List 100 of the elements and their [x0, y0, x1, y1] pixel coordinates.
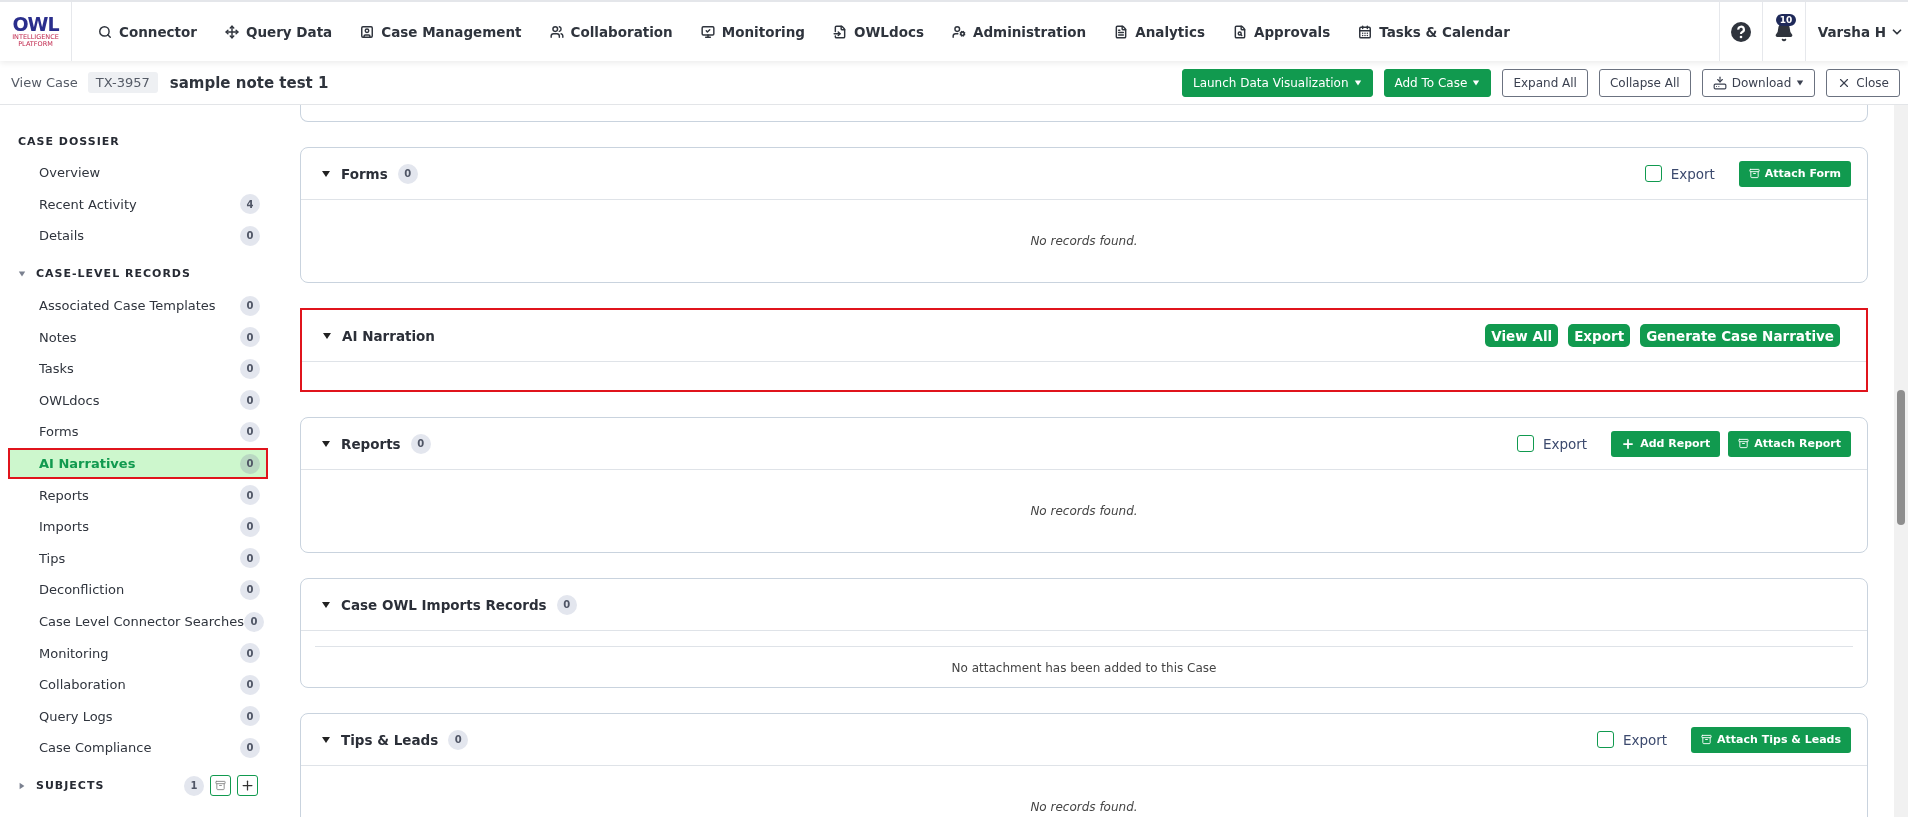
sidebar-item[interactable]: Reports 0: [8, 479, 268, 511]
sidebar-item[interactable]: OWLdocs 0: [8, 384, 268, 417]
action-button[interactable]: Add Report: [1611, 430, 1721, 457]
archive-icon: [1738, 438, 1750, 449]
empty-message: No records found.: [1029, 504, 1139, 518]
nav-icon: [360, 24, 375, 39]
header-button[interactable]: Collapse All: [1598, 68, 1691, 97]
count-badge: 1: [184, 775, 204, 796]
archive-button[interactable]: [210, 775, 231, 797]
nav-item[interactable]: Collaboration: [535, 23, 687, 40]
sidebar-item[interactable]: Tips 0: [8, 542, 268, 575]
sidebar-item[interactable]: Collaboration 0: [8, 668, 268, 701]
header-button[interactable]: Launch Data Visualization: [1181, 68, 1373, 97]
checkbox-label: Export: [1670, 165, 1715, 182]
export-checkbox[interactable]: [1596, 731, 1614, 748]
header-button[interactable]: Add To Case: [1383, 68, 1492, 97]
empty-message: No attachment has been added to this Case: [950, 661, 1218, 675]
collapse-caret-icon[interactable]: [322, 330, 332, 341]
header-button[interactable]: Expand All: [1502, 68, 1588, 97]
toggle-caret-icon[interactable]: [18, 781, 26, 790]
sidebar-item[interactable]: Forms 0: [8, 416, 268, 448]
count-badge: 0: [448, 729, 469, 750]
sidebar-item[interactable]: Overview: [8, 157, 268, 189]
section-title: Forms: [341, 165, 388, 182]
nav-icon: [1358, 24, 1373, 39]
nav-icon: [549, 24, 564, 39]
sidebar-item[interactable]: Monitoring 0: [8, 637, 268, 669]
count-badge: 0: [240, 485, 260, 506]
add-button[interactable]: [237, 775, 258, 797]
count-badge: 0: [240, 453, 260, 474]
action-button[interactable]: Generate Case Narrative: [1640, 324, 1840, 347]
header-button[interactable]: Download: [1701, 68, 1816, 97]
section-title: Case OWL Imports Records: [341, 596, 547, 613]
nav-icon: [1114, 24, 1129, 39]
plus-icon: [1621, 436, 1636, 451]
count-badge: 0: [397, 163, 418, 184]
count-badge: 0: [240, 358, 260, 379]
action-button[interactable]: Attach Tips & Leads: [1691, 726, 1851, 753]
sidebar-item[interactable]: Case Level Connector Searches 0: [8, 605, 268, 638]
sidebar-item[interactable]: Deconfliction 0: [8, 574, 268, 606]
user-menu[interactable]: Varsha H: [1804, 2, 1908, 61]
sidebar-heading: CASE-LEVEL RECORDS: [36, 267, 191, 281]
count-badge: 0: [240, 327, 260, 348]
action-button[interactable]: Attach Report: [1728, 430, 1851, 457]
archive-icon: [1701, 734, 1713, 745]
collapse-caret-icon[interactable]: [321, 734, 331, 745]
download-icon: [1712, 75, 1727, 90]
checkbox-label: Export: [1622, 731, 1668, 748]
count-badge: 0: [556, 594, 577, 615]
collapse-caret-icon[interactable]: [321, 599, 331, 610]
collapse-caret-icon[interactable]: [321, 438, 331, 449]
nav-item[interactable]: OWLdocs: [819, 23, 938, 40]
nav-icon: [951, 24, 966, 39]
sidebar-item[interactable]: Recent Activity 4: [8, 188, 268, 221]
sidebar-heading: SUBJECTS: [36, 779, 105, 793]
count-badge: 0: [240, 516, 260, 537]
count-badge: 0: [240, 390, 260, 411]
nav-item[interactable]: Query Data: [210, 23, 347, 40]
breadcrumb-label: View Case: [11, 75, 78, 90]
sidebar-item[interactable]: Associated Case Templates 0: [8, 289, 268, 322]
sidebar-item[interactable]: Case Compliance 0: [8, 732, 268, 764]
header-button[interactable]: Close: [1826, 68, 1900, 97]
action-button[interactable]: Attach Form: [1738, 160, 1851, 187]
nav-item[interactable]: Approvals: [1218, 23, 1345, 40]
sidebar-item[interactable]: Notes 0: [8, 321, 268, 353]
count-badge: 0: [244, 611, 264, 632]
plus-icon: [240, 778, 255, 794]
nav-item[interactable]: Tasks & Calendar: [1344, 23, 1524, 40]
help-icon[interactable]: [1730, 21, 1751, 42]
sidebar-item[interactable]: Tasks 0: [8, 352, 268, 385]
action-button[interactable]: Export: [1568, 324, 1631, 347]
archive-icon: [1748, 168, 1760, 179]
count-badge: 0: [240, 643, 260, 664]
sidebar-heading: CASE DOSSIER: [18, 134, 120, 148]
count-badge: 0: [240, 548, 260, 569]
toggle-caret-icon[interactable]: [18, 269, 26, 278]
nav-item[interactable]: Monitoring: [686, 23, 819, 40]
collapse-caret-icon[interactable]: [321, 168, 331, 179]
checkbox-label: Export: [1542, 435, 1588, 452]
sidebar-item[interactable]: AI Narratives 0: [8, 447, 268, 480]
count-badge: 0: [240, 295, 260, 316]
action-button[interactable]: View All: [1485, 324, 1559, 347]
nav-item[interactable]: Connector: [84, 23, 211, 40]
sidebar-item[interactable]: Imports 0: [8, 510, 268, 543]
nav-item[interactable]: Administration: [937, 23, 1101, 40]
section-title: AI Narration: [342, 327, 435, 344]
nav-item[interactable]: Case Management: [346, 23, 536, 40]
count-badge: 0: [240, 421, 260, 442]
sidebar-item[interactable]: Details 0: [8, 220, 268, 252]
nav-icon: [224, 24, 239, 39]
empty-message: No records found.: [1029, 800, 1139, 814]
nav-item[interactable]: Analytics: [1100, 23, 1219, 40]
count-badge: 0: [240, 674, 260, 695]
case-title: sample note test 1: [169, 73, 330, 92]
sidebar-item[interactable]: Query Logs 0: [8, 700, 268, 733]
empty-message: No records found.: [1029, 234, 1139, 248]
export-checkbox[interactable]: [1516, 435, 1534, 452]
scrollbar[interactable]: [1894, 105, 1908, 817]
export-checkbox[interactable]: [1644, 165, 1662, 182]
case-id-tag: TX-3957: [87, 72, 158, 93]
